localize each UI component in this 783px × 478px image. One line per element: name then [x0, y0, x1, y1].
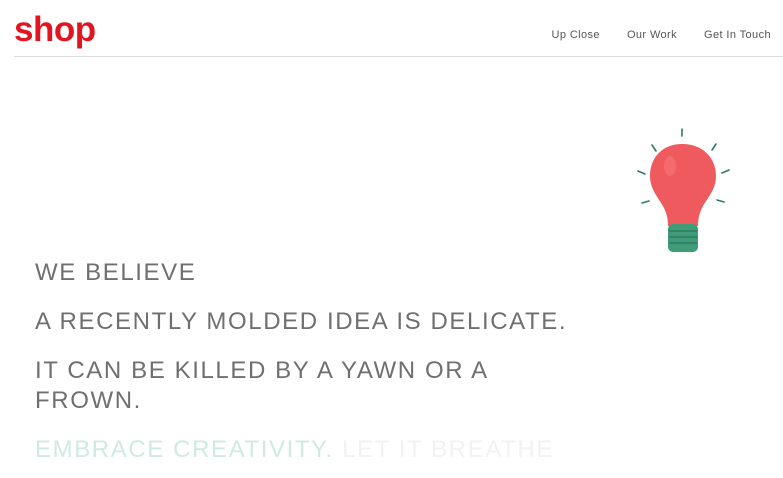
- nav-link-get-in-touch[interactable]: Get In Touch: [704, 29, 771, 41]
- bulb-base: [668, 224, 698, 252]
- tagline: EMBRACE CREATIVITY. LET IT BREATHE: [35, 435, 635, 465]
- landing-page: shop Up Close Our Work Get In Touch WE B…: [0, 0, 783, 478]
- header: shop Up Close Our Work Get In Touch: [14, 0, 783, 57]
- manifesto-line-1: WE BELIEVE: [35, 259, 197, 286]
- manifesto-text: WE BELIEVE A RECENTLY MOLDED IDEA IS DEL…: [35, 258, 595, 435]
- bulb-glass: [650, 144, 716, 226]
- manifesto-line-3: IT CAN BE KILLED BY A YAWN OR A FROWN.: [35, 357, 488, 414]
- nav-link-up-close[interactable]: Up Close: [552, 29, 600, 41]
- logo[interactable]: shop: [14, 10, 96, 50]
- tagline-part-2: LET IT BREATHE: [333, 436, 554, 463]
- nav-link-our-work[interactable]: Our Work: [627, 29, 677, 41]
- main-nav: Up Close Our Work Get In Touch: [552, 29, 772, 41]
- tagline-part-1: EMBRACE CREATIVITY.: [35, 436, 334, 463]
- lightbulb-icon: [637, 128, 730, 252]
- manifesto-line-2: A RECENTLY MOLDED IDEA IS DELICATE.: [35, 308, 568, 335]
